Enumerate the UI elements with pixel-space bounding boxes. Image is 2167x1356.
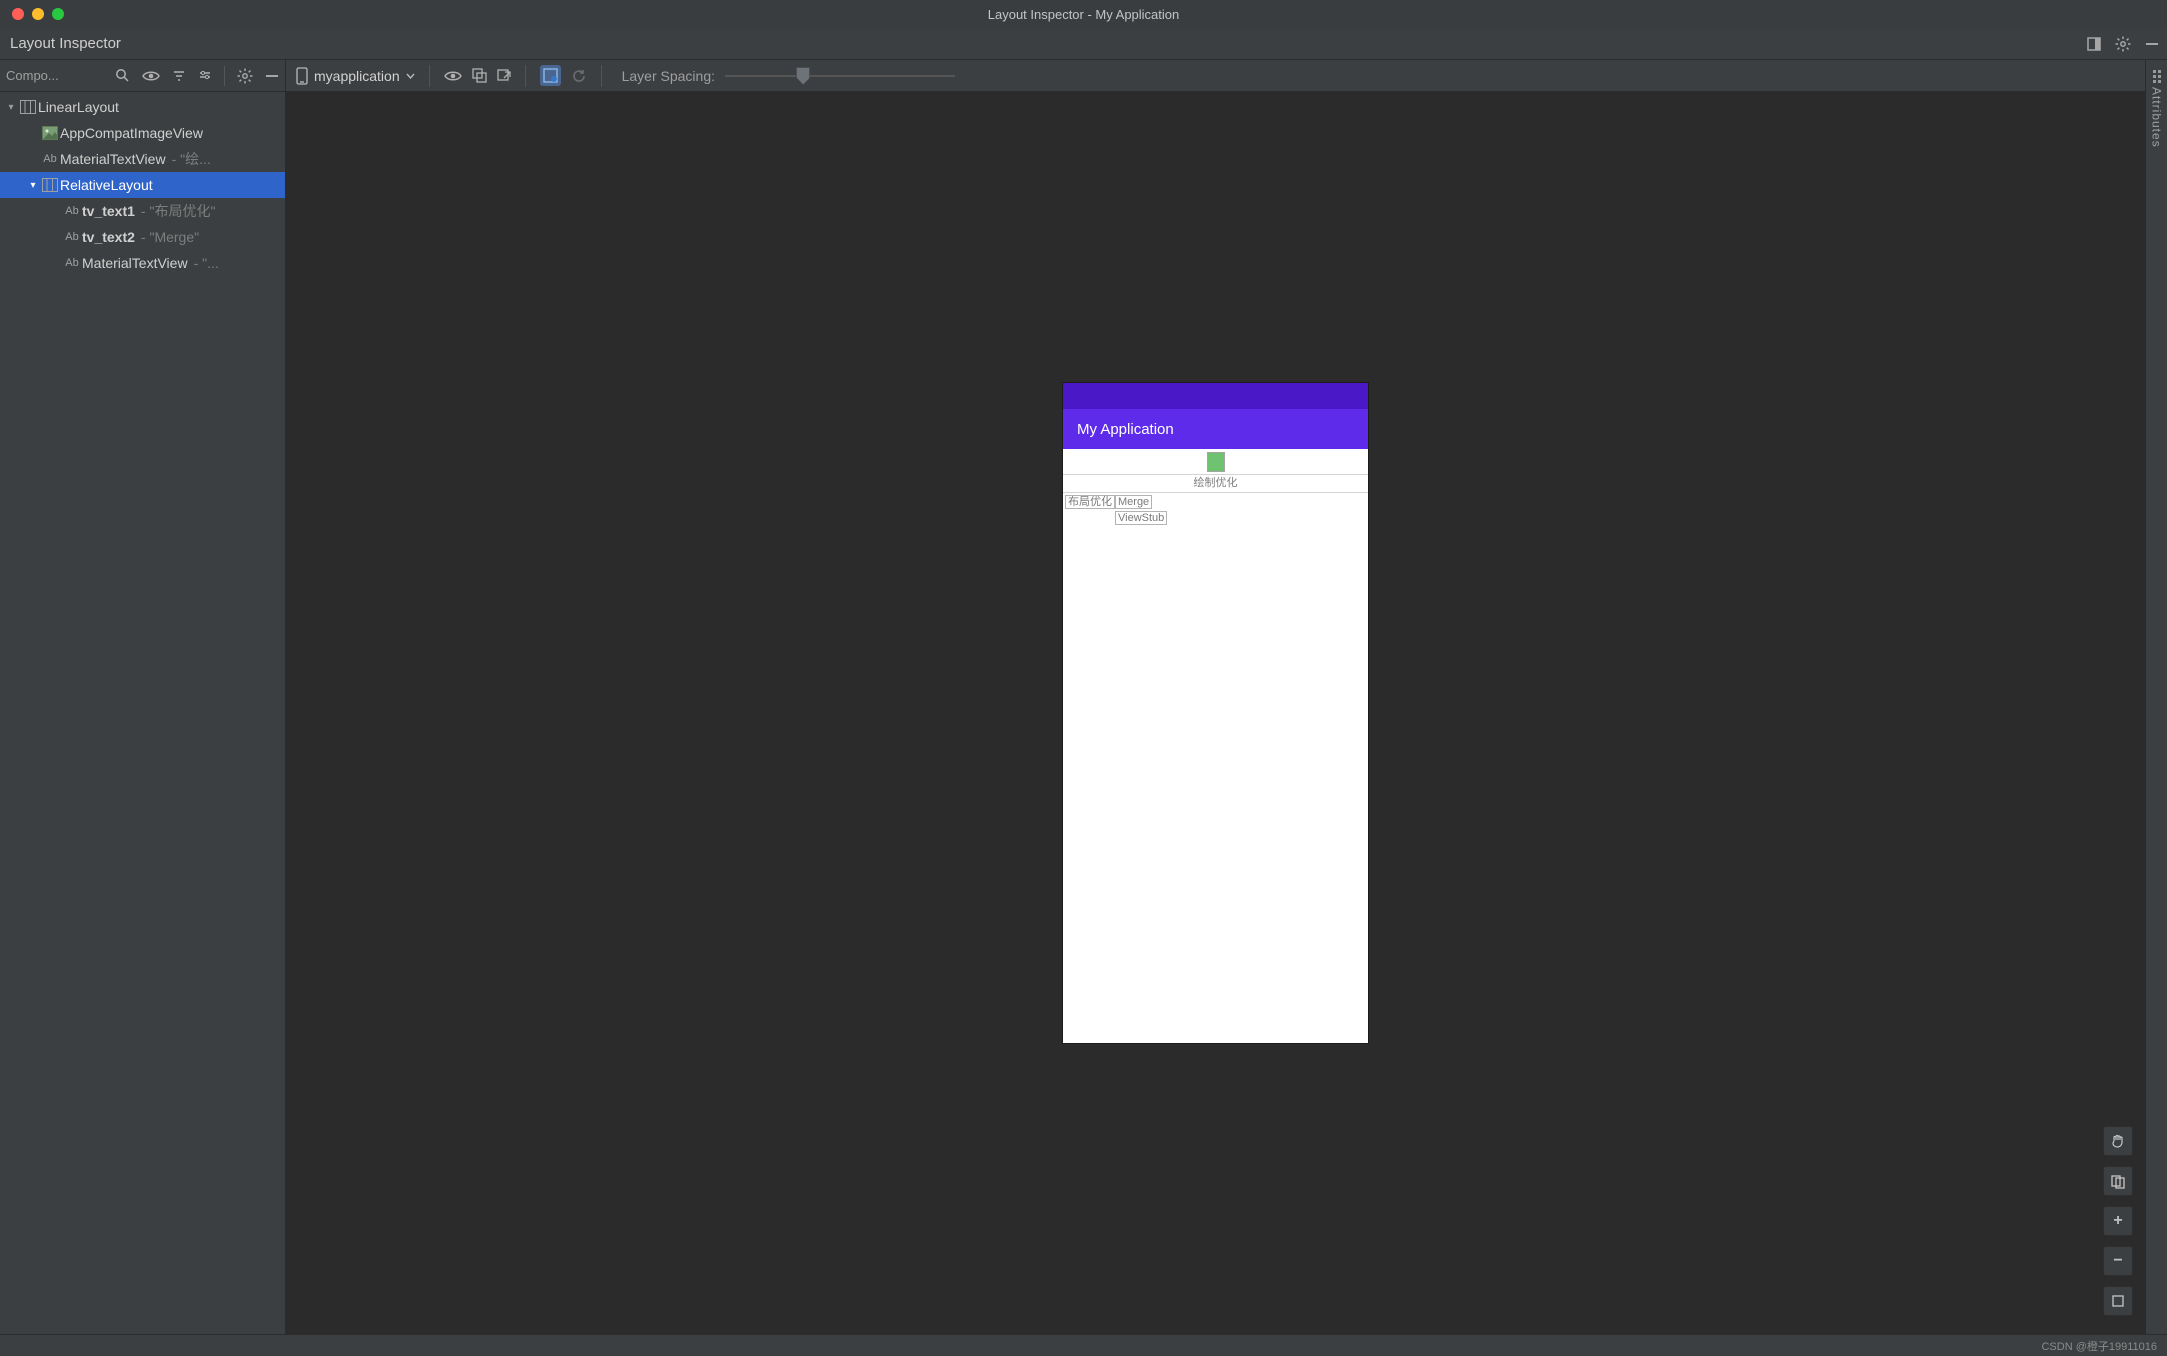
- tree-row[interactable]: AppCompatImageView: [0, 120, 285, 146]
- search-icon[interactable]: [115, 68, 130, 83]
- maximize-window-button[interactable]: [52, 8, 64, 20]
- node-suffix: - "Merge": [135, 229, 199, 245]
- node-label: RelativeLayout: [60, 177, 153, 193]
- zoom-in-button[interactable]: +: [2103, 1206, 2133, 1236]
- canvas-float-controls: + −: [2103, 1126, 2133, 1316]
- node-type-icon: [40, 126, 60, 140]
- window-controls: [0, 8, 64, 20]
- node-label: tv_text1: [82, 203, 135, 219]
- refresh-icon[interactable]: [571, 68, 587, 84]
- node-type-icon: Ab: [62, 231, 82, 243]
- canvas-toolbar: myapplication: [286, 60, 2145, 92]
- component-tree[interactable]: ▾LinearLayoutAppCompatImageViewAbMateria…: [0, 92, 285, 1334]
- zoom-out-button[interactable]: −: [2103, 1246, 2133, 1276]
- tree-row[interactable]: Abtv_text2 - "Merge": [0, 224, 285, 250]
- toolwindow-header: Layout Inspector: [0, 28, 2167, 60]
- preview-relativelayout: 布局优化 Merge ViewStub: [1063, 493, 1368, 525]
- chevron-down-icon: [406, 73, 415, 79]
- filter-options-icon[interactable]: [198, 69, 212, 83]
- window-title: Layout Inspector - My Application: [988, 7, 1180, 22]
- node-type-icon: Ab: [62, 205, 82, 217]
- pan-tool-button[interactable]: [2103, 1126, 2133, 1156]
- node-type-icon: Ab: [40, 153, 60, 165]
- export-icon[interactable]: [497, 69, 511, 83]
- node-type-icon: Ab: [62, 257, 82, 269]
- component-tree-panel: Compo...: [0, 60, 286, 1334]
- node-label: tv_text2: [82, 229, 135, 245]
- preview-viewstub: ViewStub: [1115, 511, 1167, 525]
- tree-row[interactable]: AbMaterialTextView - "...: [0, 250, 285, 276]
- minimize-window-button[interactable]: [32, 8, 44, 20]
- node-label: MaterialTextView: [60, 151, 166, 167]
- preview-tv-text2: Merge: [1115, 495, 1152, 509]
- attributes-icon: [2153, 70, 2161, 83]
- node-suffix: - "绘...: [166, 149, 211, 169]
- layer-spacing-label: Layer Spacing:: [616, 68, 715, 84]
- settings-gear-icon[interactable]: [2115, 36, 2131, 52]
- footer: CSDN @橙子19911016: [0, 1334, 2167, 1356]
- preview-app-title: My Application: [1077, 421, 1174, 438]
- hide-panel-icon[interactable]: [2145, 37, 2159, 51]
- node-type-icon: [40, 178, 60, 192]
- process-name: myapplication: [314, 68, 400, 84]
- window-mode-icon[interactable]: [2087, 37, 2101, 51]
- tree-row[interactable]: Abtv_text1 - "布局优化": [0, 198, 285, 224]
- layout-canvas-panel: myapplication: [286, 60, 2145, 1334]
- expand-arrow-icon[interactable]: ▾: [4, 102, 18, 113]
- preview-text-row: 绘制优化: [1063, 475, 1368, 493]
- more-options-gear-icon[interactable]: [237, 68, 253, 84]
- layer-spacing-slider[interactable]: [725, 66, 955, 86]
- preview-image-row: [1063, 449, 1368, 475]
- zoom-fit-button[interactable]: [2103, 1286, 2133, 1316]
- tree-row[interactable]: ▾ RelativeLayout: [0, 172, 285, 198]
- expand-arrow-icon[interactable]: ▾: [26, 180, 40, 191]
- preview-status-bar: [1063, 383, 1368, 409]
- preview-app-bar: My Application: [1063, 409, 1368, 449]
- device-canvas[interactable]: My Application 绘制优化 布局优化 Merge ViewStub: [286, 92, 2145, 1334]
- rotate-3d-button[interactable]: [2103, 1166, 2133, 1196]
- overlay-icon[interactable]: [472, 68, 487, 83]
- layout-inspector-window: Layout Inspector - My Application Layout…: [0, 0, 2167, 1356]
- titlebar: Layout Inspector - My Application: [0, 0, 2167, 28]
- component-tree-toolbar: Compo...: [0, 60, 285, 92]
- device-preview: My Application 绘制优化 布局优化 Merge ViewStub: [1063, 383, 1368, 1043]
- preview-tv-text1: 布局优化: [1065, 495, 1115, 509]
- slider-thumb[interactable]: [796, 67, 810, 85]
- node-label: AppCompatImageView: [60, 125, 203, 141]
- attributes-gutter[interactable]: Attributes: [2145, 60, 2167, 1334]
- preview-content: 绘制优化 布局优化 Merge ViewStub: [1063, 449, 1368, 1043]
- filter-icon[interactable]: [172, 69, 186, 83]
- component-tree-title: Compo...: [6, 68, 59, 83]
- visibility-icon[interactable]: [142, 70, 160, 82]
- toolwindow-title: Layout Inspector: [10, 35, 121, 52]
- collapse-panel-icon[interactable]: [265, 69, 279, 83]
- node-label: LinearLayout: [38, 99, 119, 115]
- recompose-highlight-icon[interactable]: [540, 65, 561, 86]
- node-type-icon: [18, 100, 38, 114]
- preview-imageview: [1207, 452, 1225, 472]
- node-suffix: - "...: [188, 255, 219, 271]
- phone-icon: [296, 67, 308, 85]
- node-label: MaterialTextView: [82, 255, 188, 271]
- watermark: CSDN @橙子19911016: [2041, 1338, 2157, 1354]
- process-selector[interactable]: myapplication: [296, 67, 415, 85]
- tree-row[interactable]: ▾ LinearLayout: [0, 94, 285, 120]
- live-updates-icon[interactable]: [444, 70, 462, 82]
- main-row: Compo...: [0, 60, 2167, 1334]
- node-suffix: - "布局优化": [135, 201, 216, 221]
- tree-row[interactable]: AbMaterialTextView - "绘...: [0, 146, 285, 172]
- close-window-button[interactable]: [12, 8, 24, 20]
- attributes-label: Attributes: [2150, 83, 2164, 148]
